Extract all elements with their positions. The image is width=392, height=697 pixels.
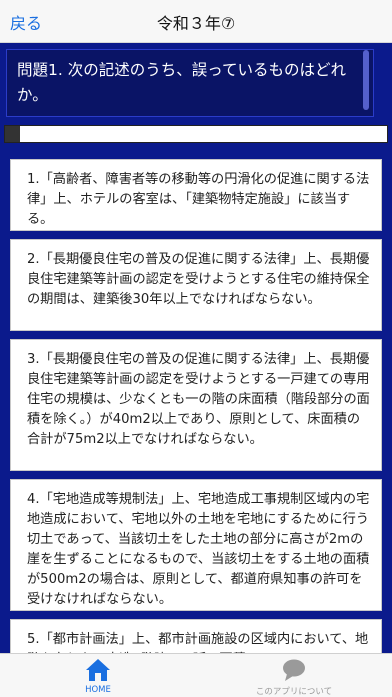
question-text: 問題1. 次の記述のうち、誤っているものはどれか。 [17, 61, 346, 104]
answer-option-1[interactable]: 1.「高齢者、障害者等の移動等の円滑化の促進に関する法律」上、ホテルの客室は、「… [10, 159, 382, 231]
tab-bar: HOME このアプリについて [0, 653, 392, 697]
tab-about-label: このアプリについて [255, 687, 333, 697]
home-icon [86, 659, 110, 681]
chat-bubble-icon [283, 659, 305, 681]
scroll-indicator[interactable] [363, 50, 369, 110]
answer-option-3[interactable]: 3.「長期優良住宅の普及の促進に関する法律」上、長期優良住宅建築等計画の認定を受… [10, 339, 382, 471]
tab-home-label: HOME [85, 685, 111, 695]
answer-option-5[interactable]: 5.「都市計画法」上、都市計画施設の区域内において、地階を有しない木造2階建て、… [10, 619, 382, 653]
answer-list: 1.「高齢者、障害者等の移動等の円滑化の促進に関する法律」上、ホテルの客室は、「… [6, 151, 386, 653]
tab-about[interactable]: このアプリについて [196, 656, 392, 697]
progress-fill [5, 126, 21, 142]
answer-option-4[interactable]: 4.「宅地造成等規制法」上、宅地造成工事規制区域内の宅地造成において、宅地以外の… [10, 479, 382, 611]
navigation-bar: 戻る 令和３年⑦ [0, 0, 392, 43]
progress-bar [4, 125, 388, 143]
tab-home[interactable]: HOME [0, 656, 196, 696]
page-title: 令和３年⑦ [156, 14, 236, 33]
quiz-frame: 問題1. 次の記述のうち、誤っているものはどれか。 1.「高齢者、障害者等の移動… [0, 43, 392, 653]
answer-option-2[interactable]: 2.「長期優良住宅の普及の促進に関する法律」上、長期優良住宅建築等計画の認定を受… [10, 239, 382, 331]
question-box: 問題1. 次の記述のうち、誤っているものはどれか。 [6, 49, 374, 117]
